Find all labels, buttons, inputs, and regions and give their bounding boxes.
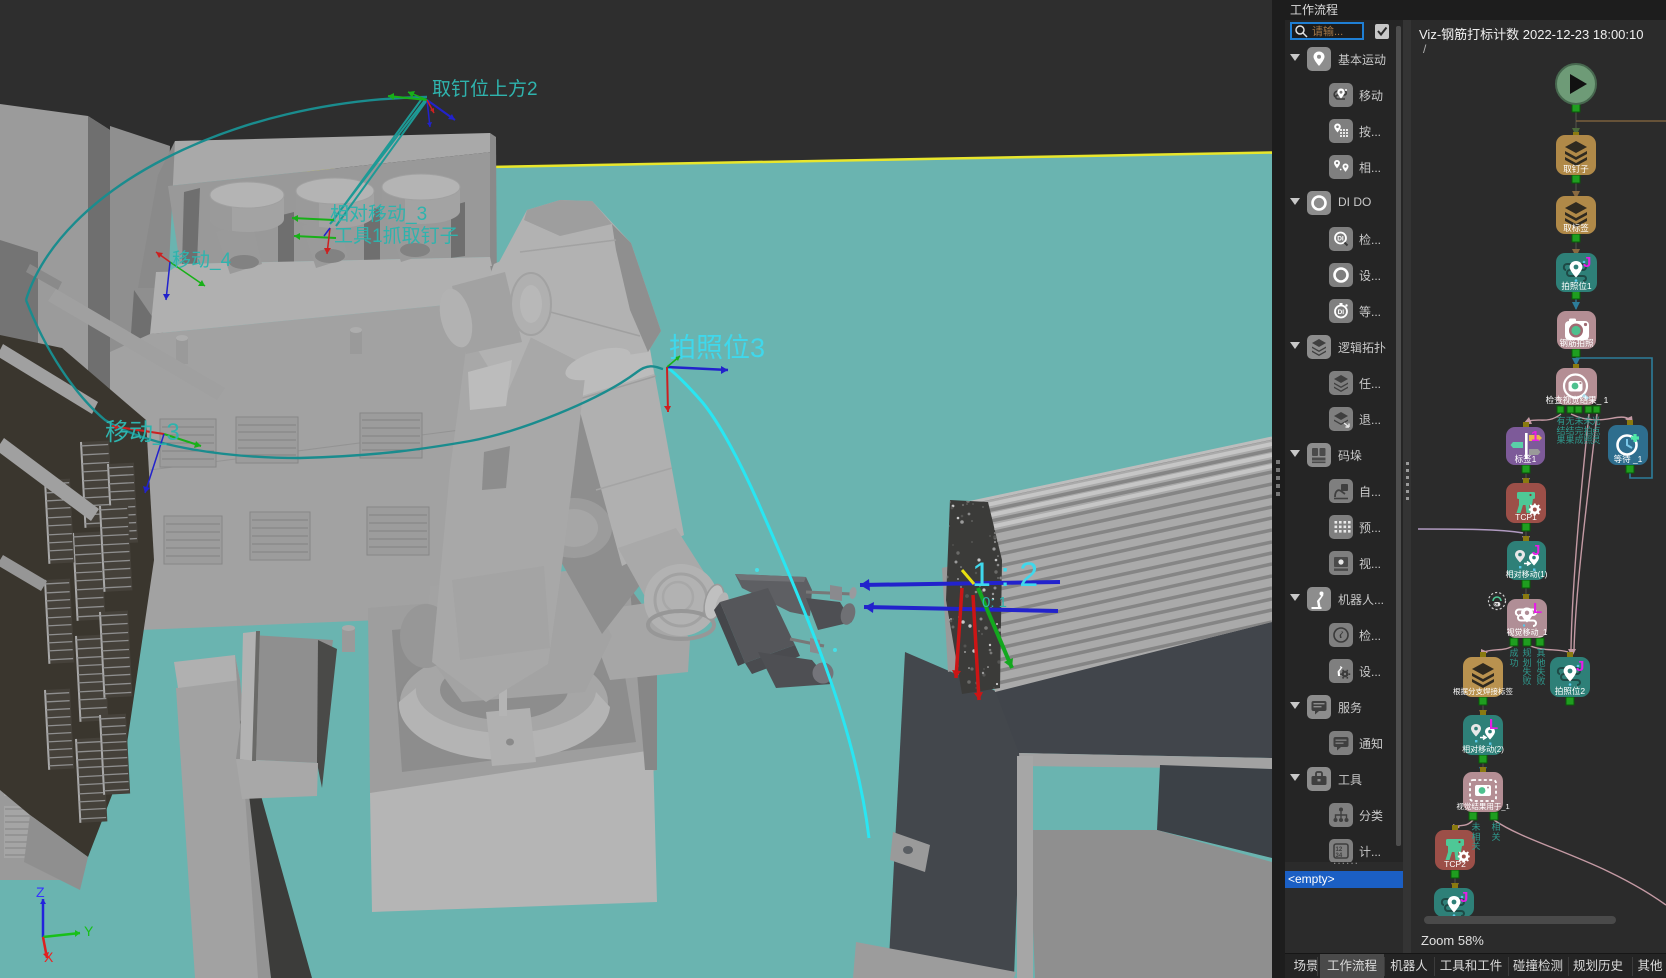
svg-text:J: J [1576, 658, 1584, 675]
svg-text:DI: DI [1337, 236, 1344, 243]
svg-text:请输...: 请输... [1312, 24, 1343, 38]
svg-text:视觉结果用于_1: 视觉结果用于_1 [1456, 801, 1509, 811]
svg-text:X: X [44, 949, 54, 965]
svg-text:有: 有 [1556, 415, 1565, 426]
svg-text:工具1抓取钉子: 工具1抓取钉子 [334, 225, 459, 247]
svg-text:1: 1 [1531, 428, 1539, 445]
svg-text:等待 _1: 等待 _1 [1614, 454, 1643, 464]
svg-text:果: 果 [1556, 435, 1565, 445]
svg-text:果: 果 [1565, 435, 1574, 445]
svg-text:规: 规 [1522, 648, 1531, 658]
svg-text:J: J [1532, 542, 1540, 559]
svg-text:取钉子: 取钉子 [1563, 164, 1589, 174]
svg-text:取钉位上方2: 取钉位上方2 [432, 78, 538, 100]
svg-text:光: 光 [1591, 415, 1600, 426]
svg-text:L: L [1489, 716, 1498, 733]
svg-text:功: 功 [1509, 658, 1518, 668]
svg-text:根据分支焊接标签: 根据分支焊接标签 [1453, 686, 1513, 696]
svg-text:关: 关 [1471, 840, 1480, 851]
svg-text:移动_3: 移动_3 [105, 419, 180, 446]
svg-text:L: L [1533, 600, 1542, 617]
svg-text:TCP2: TCP2 [1444, 859, 1466, 869]
svg-text:视觉移动_1: 视觉移动_1 [1507, 627, 1548, 637]
svg-text:其: 其 [1536, 648, 1545, 658]
svg-text:无: 无 [1565, 416, 1574, 426]
svg-text:灵: 灵 [1591, 435, 1600, 445]
svg-text:1 : 2: 1 : 2 [972, 556, 1038, 594]
svg-text:检查视觉结果_ 1: 检查视觉结果_ 1 [1546, 395, 1609, 405]
svg-text:标签1: 标签1 [1515, 454, 1537, 464]
svg-text:J: J [1460, 889, 1468, 906]
svg-text:Y: Y [84, 923, 94, 939]
svg-text:相: 相 [1491, 821, 1500, 832]
svg-text:成: 成 [1509, 647, 1518, 658]
svg-text:相对移动_3: 相对移动_3 [330, 203, 427, 225]
svg-text:败: 败 [1536, 676, 1545, 686]
svg-text:J: J [1583, 254, 1591, 271]
svg-text:移动_4: 移动_4 [172, 249, 232, 271]
svg-text:钢筋拍照: 钢筋拍照 [1559, 338, 1594, 348]
svg-text:TCP1: TCP1 [1515, 512, 1537, 522]
svg-text:成: 成 [1574, 434, 1583, 445]
svg-text:DI: DI [1494, 602, 1498, 607]
svg-text:Z: Z [36, 884, 45, 900]
svg-text:关: 关 [1491, 831, 1500, 842]
svg-text:未: 未 [1471, 821, 1480, 832]
svg-text:拍照位3: 拍照位3 [669, 333, 765, 363]
svg-text:未: 未 [1574, 415, 1583, 426]
svg-text:相对移动(1): 相对移动(1) [1506, 569, 1548, 579]
svg-text:相对移动(2): 相对移动(2) [1462, 744, 1504, 754]
svg-text:DI: DI [1338, 309, 1345, 316]
svg-text:0: 1: 0: 1 [982, 594, 1007, 611]
svg-text:拍照位1: 拍照位1 [1561, 281, 1592, 291]
svg-text:取标签: 取标签 [1563, 223, 1589, 233]
svg-text:拍照位2: 拍照位2 [1555, 686, 1586, 696]
svg-text:败: 败 [1522, 676, 1531, 686]
